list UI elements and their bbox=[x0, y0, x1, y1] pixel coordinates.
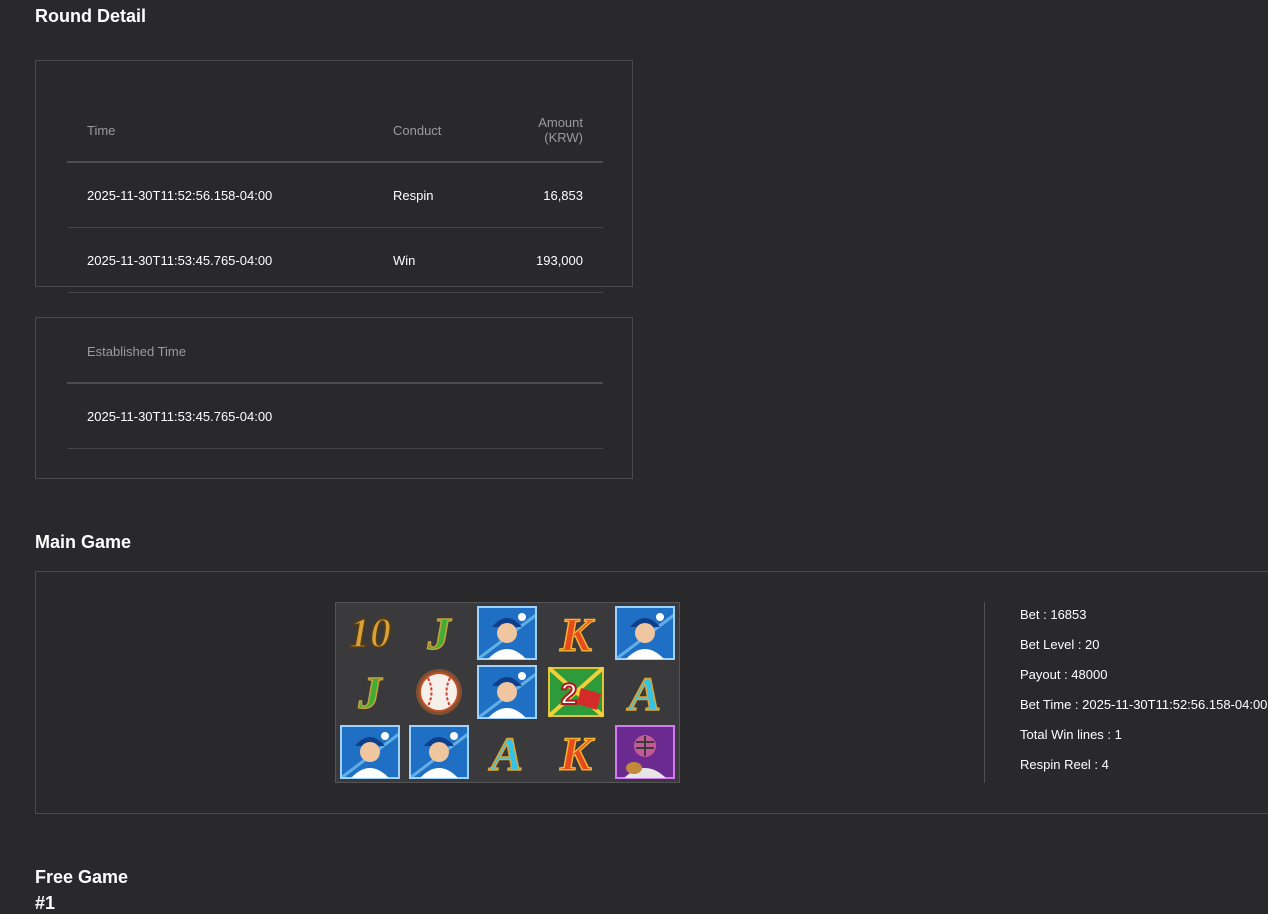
a-symbol-text: A bbox=[488, 728, 523, 780]
a-icon: A bbox=[473, 722, 542, 782]
established-time-table: Established Time 2025-11-30T11:53:45.765… bbox=[67, 320, 603, 449]
time-column-header: Time bbox=[67, 99, 373, 163]
row-amount: 16,853 bbox=[477, 162, 603, 228]
round-detail-table: Time Conduct Amount (KRW) 2025-11-30T11:… bbox=[67, 99, 603, 293]
k-symbol-text: K bbox=[559, 728, 595, 780]
a-icon: A bbox=[610, 663, 679, 723]
baseball-icon bbox=[405, 663, 474, 723]
established-time-panel: Established Time 2025-11-30T11:53:45.765… bbox=[35, 317, 633, 479]
pitcher-icon bbox=[405, 722, 474, 782]
respin-reel-info: Respin Reel : 4 bbox=[1020, 757, 1109, 772]
j-icon: J bbox=[405, 603, 474, 663]
a-symbol-text: A bbox=[626, 668, 661, 720]
amount-column-header: Amount (KRW) bbox=[477, 99, 603, 163]
row-conduct: Respin bbox=[373, 162, 477, 228]
k-icon: K bbox=[542, 603, 611, 663]
pitcher-icon bbox=[473, 603, 542, 663]
ten-symbol-text: 10 bbox=[349, 611, 391, 657]
j-symbol-text: J bbox=[358, 667, 384, 718]
pitcher-icon bbox=[336, 722, 405, 782]
bet-info-list: Bet : 16853 Bet Level : 20 Payout : 4800… bbox=[1020, 600, 1267, 780]
table-row: 2025-11-30T11:53:45.765-04:00 bbox=[67, 383, 603, 449]
pitcher-icon bbox=[610, 603, 679, 663]
free-game-title: Free Game bbox=[35, 867, 129, 887]
established-time-header: Established Time bbox=[67, 320, 603, 384]
total-win-lines-info: Total Win lines : 1 bbox=[1020, 727, 1122, 742]
ten-icon: 10 bbox=[336, 603, 405, 663]
pitcher-icon bbox=[473, 663, 542, 723]
bet-time-info: Bet Time : 2025-11-30T11:52:56.158-04:00 bbox=[1020, 697, 1268, 712]
j-icon: J bbox=[336, 663, 405, 723]
bet-info: Bet : 16853 bbox=[1020, 607, 1087, 622]
main-game-panel: 10 J K J 2 A A K Bet: 16853 Bet Level:… bbox=[35, 571, 1268, 814]
k-symbol-text: K bbox=[559, 609, 595, 661]
row-amount: 193,000 bbox=[477, 227, 603, 293]
established-time-value: 2025-11-30T11:53:45.765-04:00 bbox=[67, 383, 603, 449]
multiplier-2-icon: 2 bbox=[542, 663, 611, 723]
table-header-row: Established Time bbox=[67, 320, 603, 384]
round-detail-title: Round Detail bbox=[35, 6, 146, 26]
free-game-index: #1 bbox=[35, 893, 56, 913]
reel-grid: 10 J K J 2 A A K bbox=[335, 602, 680, 783]
j-symbol-text: J bbox=[426, 608, 452, 659]
row-time: 2025-11-30T11:52:56.158-04:00 bbox=[67, 162, 373, 228]
bet-level-info: Bet Level : 20 bbox=[1020, 637, 1100, 652]
row-conduct: Win bbox=[373, 227, 477, 293]
table-row: 2025-11-30T11:53:45.765-04:00 Win 193,00… bbox=[67, 227, 603, 293]
row-time: 2025-11-30T11:53:45.765-04:00 bbox=[67, 227, 373, 293]
conduct-column-header: Conduct bbox=[373, 99, 477, 163]
payout-info: Payout : 48000 bbox=[1020, 667, 1108, 682]
round-detail-panel: Time Conduct Amount (KRW) 2025-11-30T11:… bbox=[35, 60, 633, 293]
info-divider bbox=[984, 602, 985, 783]
table-header-row: Time Conduct Amount (KRW) bbox=[67, 99, 603, 163]
k-icon: K bbox=[542, 722, 611, 782]
main-game-title: Main Game bbox=[35, 532, 132, 552]
table-row: 2025-11-30T11:52:56.158-04:00 Respin 16,… bbox=[67, 162, 603, 228]
multiplier-symbol-text: 2 bbox=[561, 678, 578, 711]
catcher-icon bbox=[610, 722, 679, 782]
